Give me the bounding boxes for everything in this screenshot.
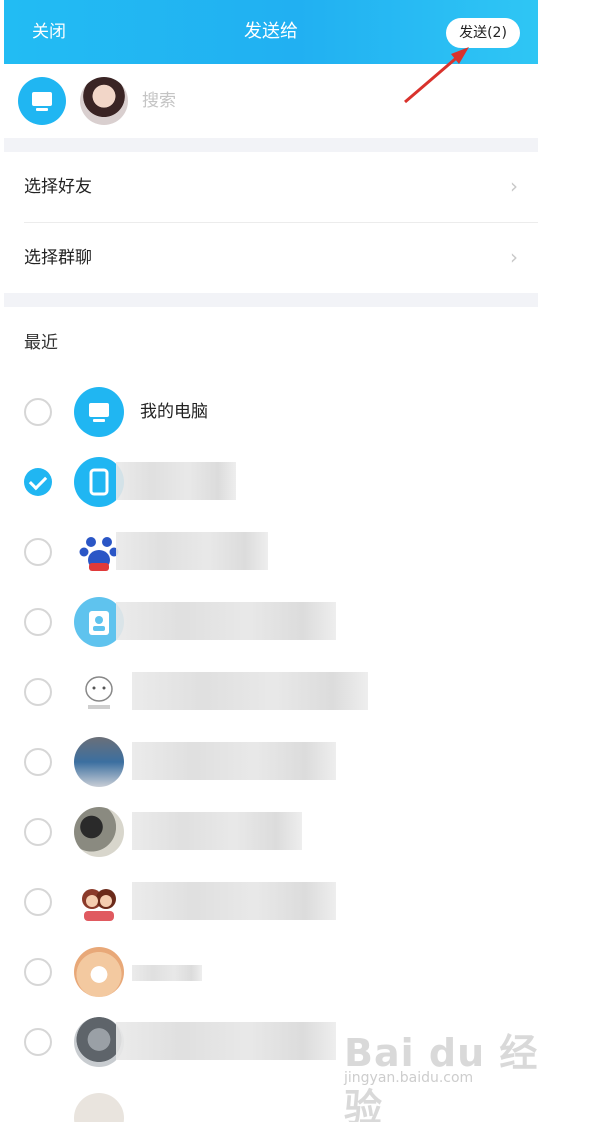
select-friends-label: 选择好友 (24, 177, 92, 197)
contact-name: 我的电脑 (140, 402, 208, 422)
blurred-name (132, 965, 202, 981)
contact-row[interactable] (4, 797, 538, 867)
contact-row[interactable] (4, 867, 538, 937)
recent-section-title: 最近 (24, 333, 58, 353)
contact-row[interactable] (4, 587, 538, 657)
select-radio[interactable] (24, 888, 52, 916)
selected-pc-avatar[interactable] (18, 77, 66, 125)
pet-avatar (74, 947, 124, 997)
checked-radio[interactable] (24, 468, 52, 496)
selected-user-avatar[interactable] (80, 77, 128, 125)
group-photo-avatar (74, 807, 124, 857)
photo-avatar (74, 1093, 124, 1122)
blurred-name (116, 532, 268, 570)
contact-row[interactable] (4, 517, 538, 587)
select-radio[interactable] (24, 538, 52, 566)
cartoon-avatar (74, 667, 124, 717)
photo-avatar (74, 737, 124, 787)
blurred-name (116, 602, 336, 640)
contact-row[interactable] (4, 657, 538, 727)
select-groups-label: 选择群聊 (24, 248, 92, 268)
select-friends-item[interactable]: 选择好友 › (4, 152, 538, 222)
share-screen: 关闭 发送给 发送(2) 选择好友 › 选择群聊 › 最近 (4, 0, 538, 1122)
blurred-name (132, 882, 336, 920)
select-groups-item[interactable]: 选择群聊 › (4, 223, 538, 293)
blurred-name (132, 812, 302, 850)
contact-row[interactable] (4, 447, 538, 517)
contact-row[interactable] (4, 937, 538, 1007)
select-radio[interactable] (24, 1028, 52, 1056)
blurred-name (132, 672, 368, 710)
select-radio[interactable] (24, 748, 52, 776)
blurred-name (116, 1022, 336, 1060)
watermark: Bai du 经验 jingyan.baidu.com (344, 1000, 538, 1122)
select-radio[interactable] (24, 958, 52, 986)
select-radio[interactable] (24, 678, 52, 706)
blurred-name (116, 462, 236, 500)
chevron-right-icon: › (510, 245, 518, 269)
margin (538, 0, 600, 1122)
contact-row[interactable]: 我的电脑 (4, 377, 538, 447)
blurred-name (132, 742, 336, 780)
section-gap (4, 138, 538, 152)
chevron-right-icon: › (510, 174, 518, 198)
red-arrow-annotation (404, 47, 469, 104)
pc-icon (74, 387, 124, 437)
watermark-url: jingyan.baidu.com (344, 1070, 474, 1086)
section-gap (4, 293, 538, 307)
contact-row[interactable] (4, 727, 538, 797)
select-radio[interactable] (24, 398, 52, 426)
select-radio[interactable] (24, 608, 52, 636)
couple-avatar (74, 877, 124, 927)
select-radio[interactable] (24, 818, 52, 846)
monitor-icon (32, 92, 52, 111)
